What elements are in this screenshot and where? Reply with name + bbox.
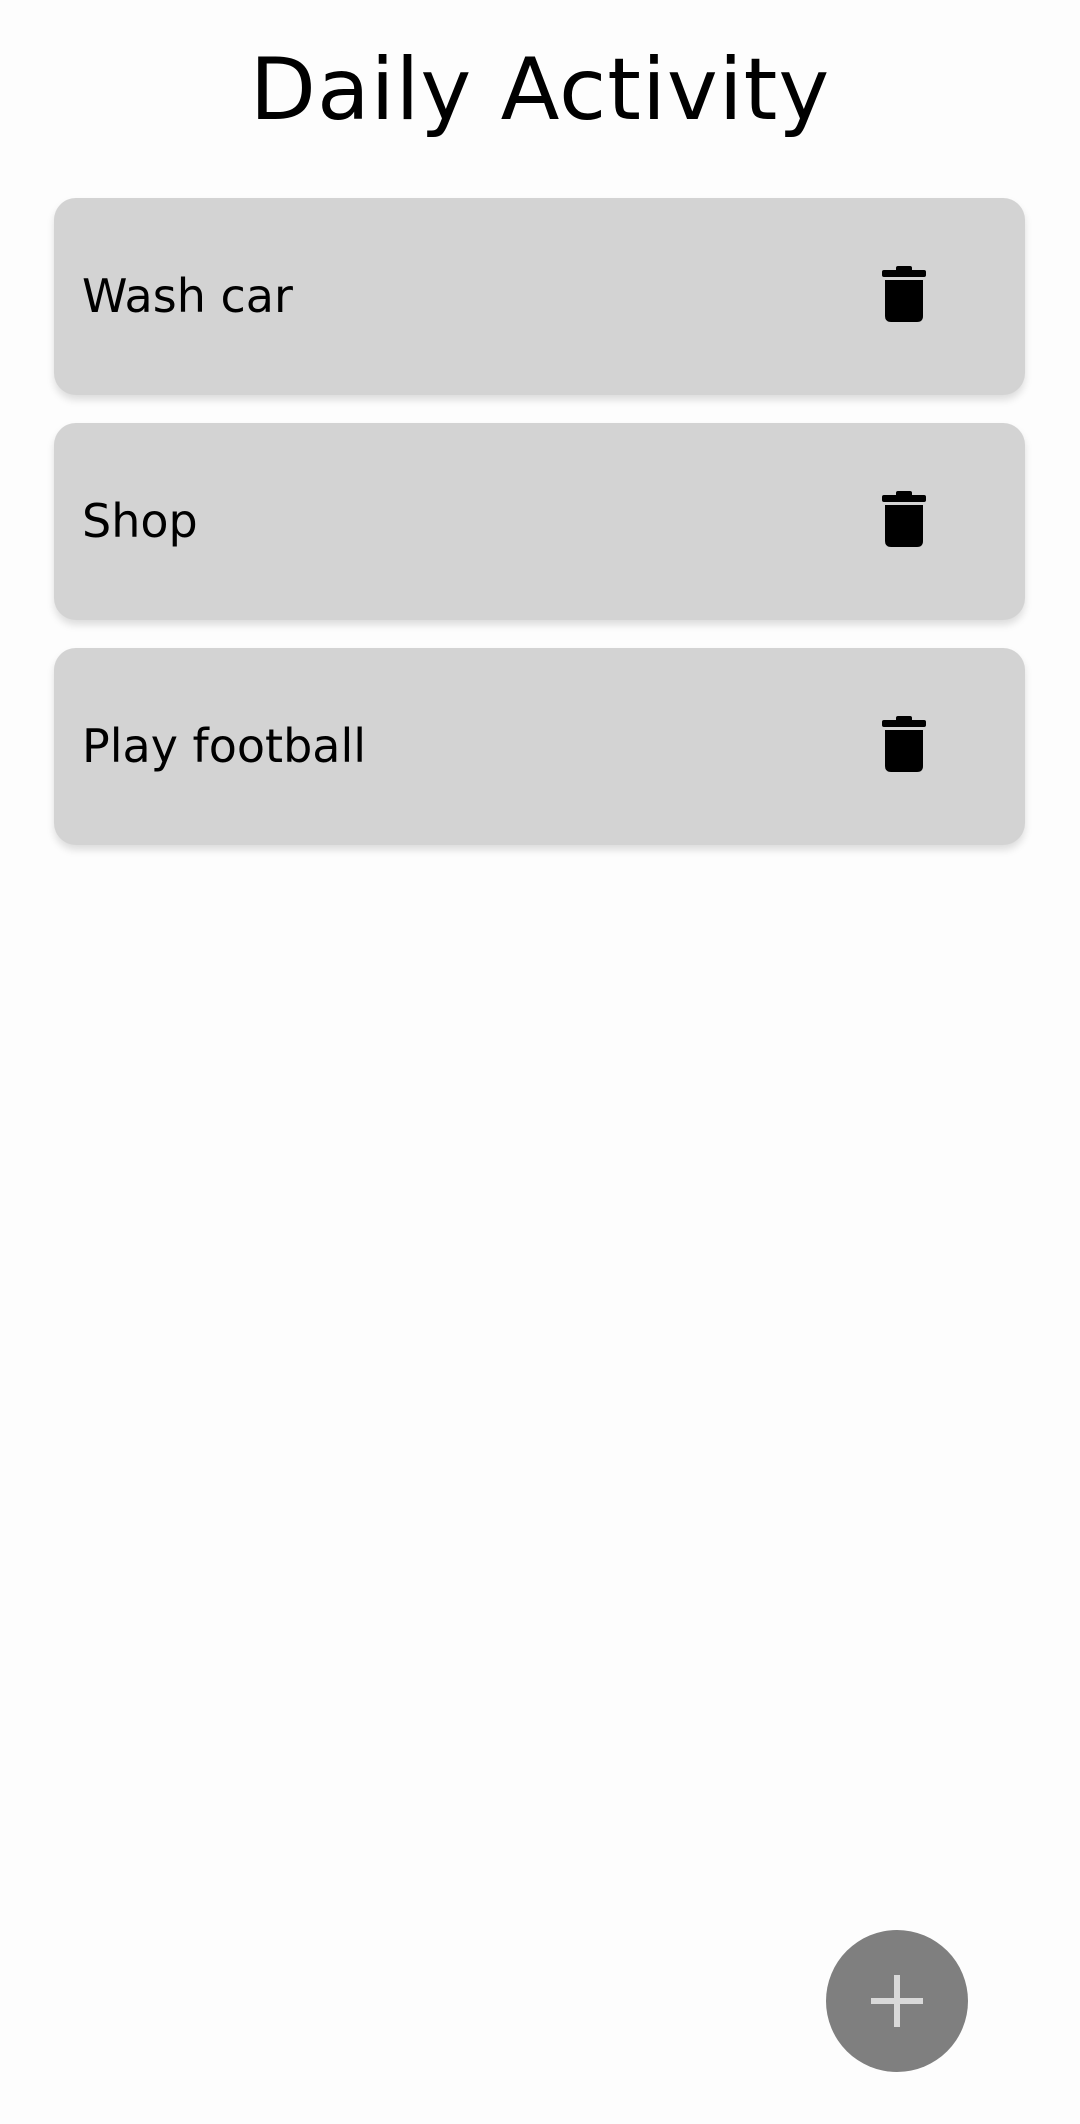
- delete-button[interactable]: [869, 258, 939, 330]
- trash-icon: [882, 266, 926, 322]
- list-item-label: Play football: [82, 719, 367, 773]
- list-item-shop[interactable]: Shop: [54, 423, 1025, 620]
- add-activity-button[interactable]: [826, 1930, 968, 2072]
- list-item-wash-car[interactable]: Wash car: [54, 198, 1025, 395]
- delete-button[interactable]: [869, 483, 939, 555]
- list-item-label: Wash car: [82, 269, 293, 323]
- trash-icon: [882, 716, 926, 772]
- list-item-play-football[interactable]: Play football: [54, 648, 1025, 845]
- delete-button[interactable]: [869, 708, 939, 780]
- activity-list: Wash car Shop Play football: [54, 198, 1025, 873]
- plus-icon: [871, 1975, 923, 2027]
- trash-icon: [882, 491, 926, 547]
- list-item-label: Shop: [82, 494, 198, 548]
- page-title: Daily Activity: [249, 40, 831, 140]
